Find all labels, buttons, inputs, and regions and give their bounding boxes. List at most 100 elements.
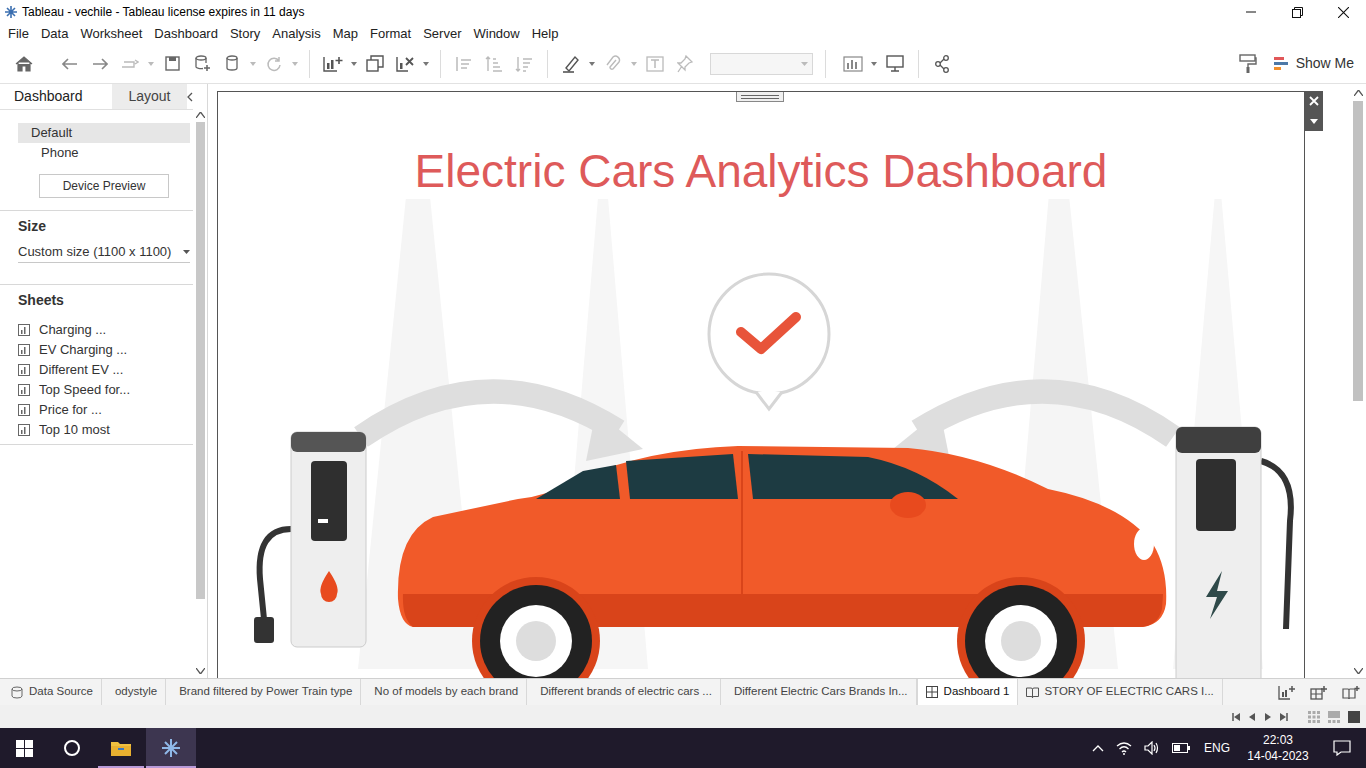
new-story-icon xyxy=(1342,685,1360,700)
highlight-button[interactable] xyxy=(556,55,586,73)
close-button[interactable] xyxy=(1320,0,1366,24)
new-worksheet-button[interactable] xyxy=(318,55,348,73)
size-dropdown[interactable]: Custom size (1100 x 1100) xyxy=(18,242,190,263)
duplicate-sheet-button[interactable] xyxy=(360,55,390,73)
start-button[interactable] xyxy=(0,728,48,768)
scroll-thumb[interactable] xyxy=(1353,101,1363,401)
menu-item[interactable]: Window xyxy=(467,24,525,44)
new-dashboard-tab-button[interactable] xyxy=(1310,685,1328,700)
sheet-tab[interactable]: Data Source xyxy=(3,679,102,705)
sheet-tab[interactable]: odystyle xyxy=(102,679,166,705)
network-icon[interactable] xyxy=(1116,741,1132,755)
previous-sheet-icon[interactable] xyxy=(1248,713,1256,721)
menu-item[interactable]: Help xyxy=(526,24,565,44)
replay-dropdown[interactable] xyxy=(145,62,157,66)
show-tabs-icon[interactable] xyxy=(1308,711,1320,723)
format-painter-button[interactable] xyxy=(1236,54,1260,74)
size-value: Custom size (1100 x 1100) xyxy=(18,242,171,262)
sheet-item[interactable]: Top Speed for... xyxy=(0,380,193,400)
battery-icon[interactable] xyxy=(1172,743,1190,753)
search-button[interactable] xyxy=(48,728,96,768)
filmstrip-icon[interactable] xyxy=(1328,711,1340,723)
menu-item[interactable]: Format xyxy=(364,24,417,44)
clear-dropdown[interactable] xyxy=(420,62,432,66)
show-labels-button[interactable] xyxy=(640,56,670,72)
menu-item[interactable]: File xyxy=(2,24,35,44)
cards-icon xyxy=(843,56,863,72)
redo-button[interactable] xyxy=(85,58,115,70)
clear-sheet-icon xyxy=(396,55,414,73)
minimize-button[interactable] xyxy=(1228,0,1274,24)
device-item[interactable]: Phone xyxy=(18,143,190,163)
scroll-thumb[interactable] xyxy=(196,122,205,599)
save-icon xyxy=(165,56,180,71)
fix-axes-button[interactable] xyxy=(670,55,700,73)
sheet-tab[interactable]: No of models by each brand xyxy=(361,679,527,705)
sheet-sorter-icon[interactable] xyxy=(1348,711,1360,723)
menu-item[interactable]: Analysis xyxy=(266,24,326,44)
move-handle[interactable] xyxy=(736,91,784,102)
sheet-item[interactable]: Different EV ... xyxy=(0,360,193,380)
device-preview-button[interactable]: Device Preview xyxy=(39,174,169,198)
show-hidden-icons-icon[interactable] xyxy=(1092,745,1104,752)
show-cards-button[interactable] xyxy=(838,56,868,72)
share-button[interactable] xyxy=(927,55,957,73)
menu-item[interactable]: Data xyxy=(35,24,74,44)
action-center-button[interactable] xyxy=(1318,728,1366,768)
save-button[interactable] xyxy=(157,56,187,71)
panel-tab[interactable]: Layout xyxy=(112,84,187,109)
menu-item[interactable]: Story xyxy=(224,24,266,44)
menu-item[interactable]: Worksheet xyxy=(74,24,148,44)
panel-scrollbar[interactable] xyxy=(193,84,207,678)
sheet-tab[interactable]: STORY OF ELECTRIC CARS I... xyxy=(1018,679,1222,705)
replay-button[interactable] xyxy=(115,58,145,70)
dashboard-image-object[interactable]: Electric Cars Analytics Dashboard xyxy=(217,91,1305,678)
volume-icon[interactable] xyxy=(1144,741,1160,755)
next-sheet-icon[interactable] xyxy=(1264,713,1272,721)
panel-tab[interactable]: Dashboard xyxy=(0,84,112,109)
labels-button[interactable] xyxy=(598,55,628,73)
refresh-button[interactable] xyxy=(259,56,289,72)
sheet-tab[interactable]: Different brands of electric cars ... xyxy=(527,679,721,705)
sheet-tab[interactable]: Different Electric Cars Brands In... xyxy=(721,679,917,705)
highlight-dropdown[interactable] xyxy=(586,62,598,66)
sheet-item[interactable]: Top 10 most xyxy=(0,420,193,440)
restore-button[interactable] xyxy=(1274,0,1320,24)
pause-dropdown[interactable] xyxy=(247,62,259,66)
new-worksheet-dropdown[interactable] xyxy=(348,62,360,66)
last-sheet-icon[interactable] xyxy=(1280,713,1288,721)
canvas-scrollbar[interactable] xyxy=(1350,84,1366,678)
sheet-tab[interactable]: Dashboard 1 xyxy=(917,679,1019,705)
presentation-mode-button[interactable] xyxy=(880,55,910,72)
remove-object-button[interactable] xyxy=(1305,91,1323,111)
cards-dropdown[interactable] xyxy=(868,62,880,66)
sort-ascending-button[interactable] xyxy=(479,56,509,72)
sheet-item[interactable]: Price for ... xyxy=(0,400,193,420)
clock[interactable]: 22:03 14-04-2023 xyxy=(1238,732,1318,764)
sheet-item[interactable]: EV Charging ... xyxy=(0,340,193,360)
clear-sheet-button[interactable] xyxy=(390,55,420,73)
fit-dropdown[interactable] xyxy=(710,53,813,75)
undo-button[interactable] xyxy=(55,58,85,70)
new-story-tab-button[interactable] xyxy=(1342,685,1360,700)
first-sheet-icon[interactable] xyxy=(1232,713,1240,721)
object-menu-button[interactable] xyxy=(1305,111,1323,131)
tableau-taskbar-button[interactable] xyxy=(146,728,196,768)
pause-updates-button[interactable] xyxy=(217,55,247,72)
menu-item[interactable]: Dashboard xyxy=(148,24,224,44)
menu-item[interactable]: Server xyxy=(417,24,467,44)
refresh-dropdown[interactable] xyxy=(289,62,301,66)
home-button[interactable] xyxy=(9,56,39,72)
show-me-button[interactable]: Show Me xyxy=(1274,53,1354,74)
labels-dropdown[interactable] xyxy=(628,62,640,66)
file-explorer-button[interactable] xyxy=(96,728,146,768)
new-data-source-button[interactable] xyxy=(187,55,217,72)
language-indicator[interactable]: ENG xyxy=(1204,739,1230,757)
menu-item[interactable]: Map xyxy=(327,24,364,44)
swap-button[interactable] xyxy=(449,56,479,72)
sheet-tab[interactable]: Brand filtered by Power Train type xyxy=(166,679,361,705)
sort-descending-button[interactable] xyxy=(509,56,539,72)
device-item[interactable]: Default xyxy=(18,123,190,143)
new-worksheet-tab-button[interactable] xyxy=(1278,685,1296,700)
sheet-item[interactable]: Charging ... xyxy=(0,320,193,340)
